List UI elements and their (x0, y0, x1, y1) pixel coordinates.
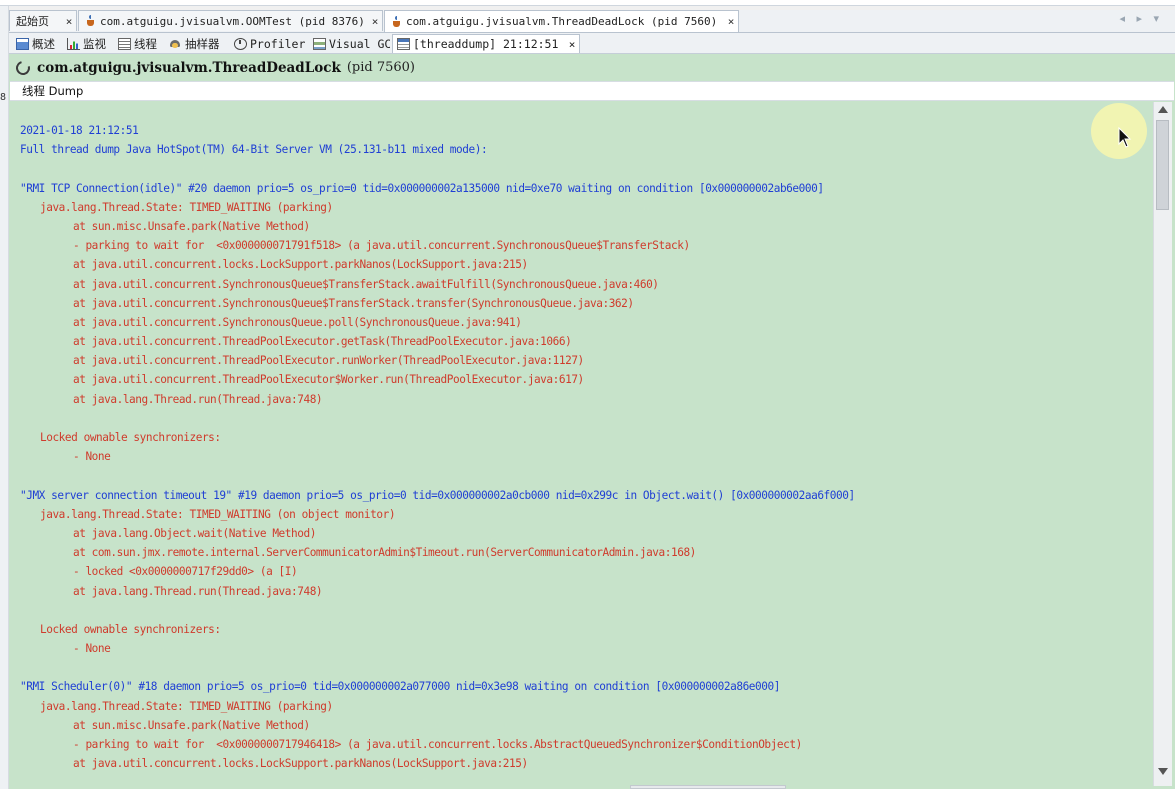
dump-line: - None (73, 642, 111, 656)
gutter-mark: 8 (0, 92, 7, 103)
bottom-status-bar (630, 785, 786, 789)
tab-label: com.atguigu.jvisualvm.ThreadDeadLock (pi… (406, 15, 718, 28)
dump-line: at java.util.concurrent.SynchronousQueue… (73, 277, 659, 291)
dump-blank-line (20, 409, 1152, 428)
dump-line: - None (73, 450, 111, 464)
dump-line: at java.util.concurrent.SynchronousQueue… (73, 315, 522, 329)
dump-line: Full thread dump Java HotSpot(TM) 64-Bit… (20, 143, 488, 157)
subtab-bar: 概述 监视 线程 抽样器 Profiler Visual GC [threadd… (9, 33, 1175, 54)
tab-navigation-arrows[interactable]: ◂ ▸ ▾ (1119, 12, 1163, 25)
subtab-profiler[interactable]: Profiler (229, 34, 307, 53)
dump-line: at java.lang.Thread.run(Thread.java:748) (73, 584, 323, 598)
dump-line: - parking to wait for <0x000000071794641… (73, 738, 802, 751)
close-icon[interactable]: × (62, 15, 76, 28)
subtab-label: Profiler (250, 36, 306, 51)
subtab-label: 抽样器 (185, 36, 220, 51)
subtab-label: Visual GC (329, 36, 390, 51)
java-app-icon (391, 15, 403, 28)
tab-threaddeadlock[interactable]: com.atguigu.jvisualvm.ThreadDeadLock (pi… (384, 10, 739, 32)
subtab-label: 线程 (134, 36, 157, 51)
dump-line: Locked ownable synchronizers: (40, 431, 221, 444)
dump-line: Locked ownable synchronizers: (40, 622, 221, 636)
subtab-label: [threaddump] 21:12:51 (413, 37, 559, 51)
visual-gc-icon (313, 37, 326, 50)
dump-line: - parking to wait for <0x000000071791f51… (73, 239, 690, 253)
tab-label: com.atguigu.jvisualvm.OOMTest (pid 8376) (100, 14, 365, 28)
panel-header: com.atguigu.jvisualvm.ThreadDeadLock (pi… (9, 54, 1175, 81)
close-icon[interactable]: × (368, 15, 382, 28)
application-name: com.atguigu.jvisualvm.ThreadDeadLock (37, 59, 341, 76)
sampler-icon (169, 38, 182, 50)
dump-line: at sun.misc.Unsafe.park(Native Method) (73, 718, 310, 732)
thread-dump-icon (397, 38, 410, 50)
monitor-icon (67, 37, 80, 50)
vertical-scrollbar[interactable] (1153, 102, 1172, 786)
editor-tab-bar: 起始页 × com.atguigu.jvisualvm.OOMTest (pid… (9, 10, 1175, 33)
dump-line: "JMX server connection timeout 19" #19 d… (20, 488, 855, 502)
threads-icon (118, 37, 131, 50)
thread-dump-panel: com.atguigu.jvisualvm.ThreadDeadLock (pi… (9, 54, 1175, 789)
dump-line: java.lang.Thread.State: TIMED_WAITING (p… (40, 200, 333, 214)
scroll-down-arrow-icon[interactable] (1158, 768, 1168, 775)
subtab-threads[interactable]: 线程 (113, 34, 163, 53)
dump-line: "RMI TCP Connection(idle)" #20 daemon pr… (20, 181, 824, 195)
overview-icon (16, 37, 29, 50)
dump-line: "RMI Scheduler(0)" #18 daemon prio=5 os_… (20, 680, 780, 694)
dump-line: at java.util.concurrent.locks.LockSuppor… (73, 757, 528, 771)
tab-oomtest[interactable]: com.atguigu.jvisualvm.OOMTest (pid 8376)… (78, 10, 383, 31)
close-icon[interactable]: × (565, 38, 579, 51)
dump-line: 2021-01-18 21:12:51 (20, 124, 139, 137)
section-label: 线程 Dump (10, 81, 1174, 101)
dump-line: java.lang.Thread.State: TIMED_WAITING (o… (40, 507, 396, 521)
dump-blank-line (20, 658, 1152, 677)
dump-blank-line (20, 601, 1152, 620)
scroll-thumb[interactable] (1156, 120, 1169, 210)
dump-blank-line (20, 159, 1152, 178)
dump-line: - locked <0x0000000717f29dd0> (a [I) (73, 565, 298, 579)
dump-line: at java.util.concurrent.SynchronousQueue… (73, 296, 634, 310)
thread-dump-text[interactable]: 2021-01-18 21:12:51 Full thread dump Java… (10, 102, 1152, 786)
tab-label: 起始页 (16, 15, 49, 28)
dump-line: at sun.misc.Unsafe.park(Native Method) (73, 219, 310, 233)
window-top-edge (0, 0, 1175, 6)
dump-line: at java.lang.Object.wait(Native Method) (73, 526, 316, 540)
dump-line: java.lang.Thread.State: TIMED_WAITING (p… (40, 699, 333, 713)
subtab-overview[interactable]: 概述 (11, 34, 61, 53)
mouse-cursor-icon (1118, 127, 1132, 148)
tab-start-page[interactable]: 起始页 × (9, 10, 77, 31)
subtab-label: 概述 (32, 36, 55, 51)
application-pid: (pid 7560) (346, 60, 415, 75)
subtab-threaddump[interactable]: [threaddump] 21:12:51 × (392, 34, 580, 53)
subtab-monitor[interactable]: 监视 (62, 34, 112, 53)
profiler-icon (234, 37, 247, 50)
dump-line: at java.util.concurrent.locks.LockSuppor… (73, 258, 528, 272)
java-app-icon (85, 15, 97, 27)
refresh-icon[interactable] (13, 57, 33, 78)
dump-line: at java.util.concurrent.ThreadPoolExecut… (73, 335, 572, 349)
dump-line: at java.lang.Thread.run(Thread.java:748) (73, 392, 323, 406)
left-gutter: 8 (0, 6, 9, 789)
scroll-up-arrow-icon[interactable] (1158, 106, 1168, 113)
dump-line: at java.util.concurrent.ThreadPoolExecut… (73, 373, 584, 387)
close-icon[interactable]: × (724, 15, 738, 28)
subtab-visual-gc[interactable]: Visual GC (308, 34, 391, 53)
subtab-label: 监视 (83, 36, 106, 51)
dump-blank-line (20, 466, 1152, 485)
dump-line: at com.sun.jmx.remote.internal.ServerCom… (73, 546, 696, 560)
subtab-sampler[interactable]: 抽样器 (164, 34, 228, 53)
dump-line: at java.util.concurrent.ThreadPoolExecut… (73, 354, 584, 368)
